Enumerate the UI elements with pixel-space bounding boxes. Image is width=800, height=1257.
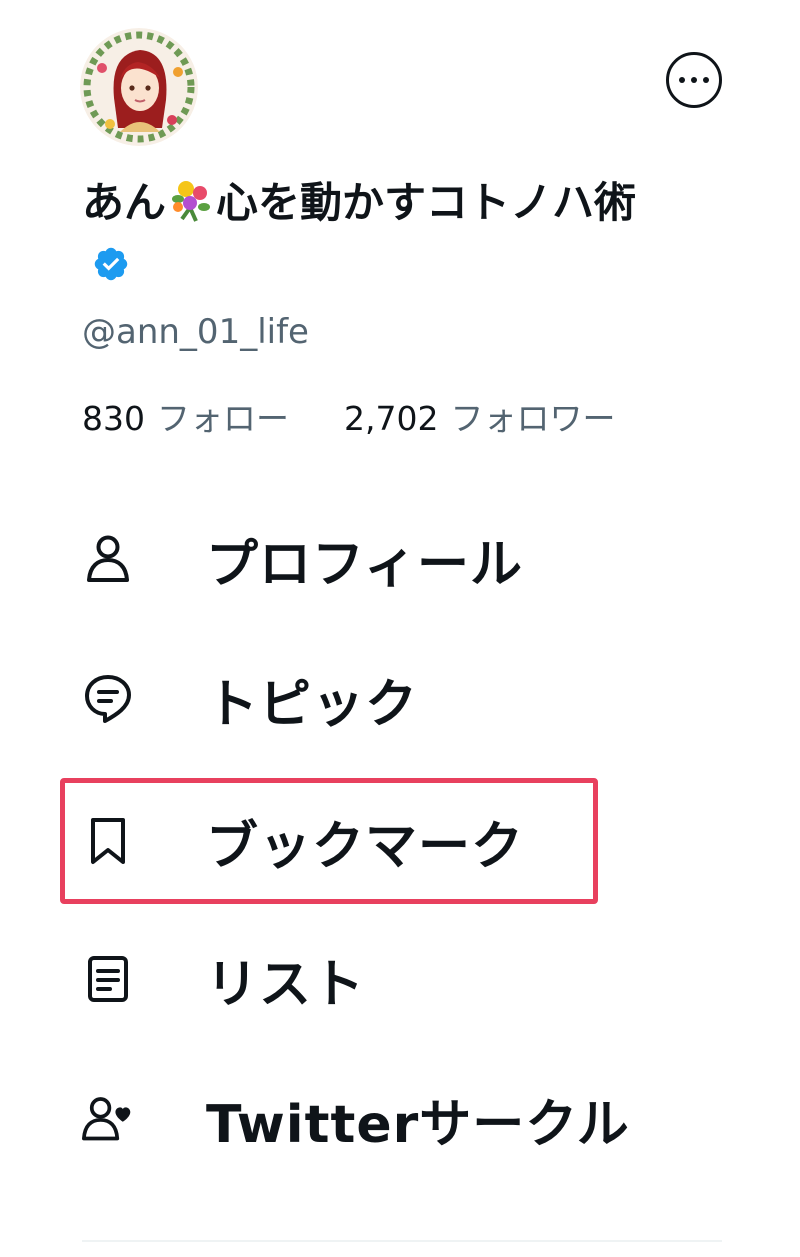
menu-item-label: プロフィール <box>206 534 523 595</box>
more-options-button[interactable] <box>666 52 722 108</box>
twitter-circle-icon <box>82 1093 134 1145</box>
topics-icon <box>82 673 134 725</box>
followers-link[interactable]: 2,702 フォロワー <box>334 399 616 438</box>
following-label: フォロー <box>157 399 289 438</box>
more-icon-dot <box>703 77 709 83</box>
following-link[interactable]: 830 フォロー <box>82 399 300 438</box>
menu-item-profile[interactable]: プロフィール <box>82 504 722 614</box>
more-icon-dot <box>679 77 685 83</box>
display-name: あん 心を動かすコトノハ術 <box>82 172 682 296</box>
menu-item-label: トピック <box>206 674 419 735</box>
more-icon-dot <box>691 77 697 83</box>
avatar[interactable] <box>80 28 198 146</box>
menu-item-bookmarks[interactable]: ブックマーク <box>82 786 722 896</box>
following-count: 830 <box>82 399 145 438</box>
display-name-part2: 心を動かすコトノハ術 <box>216 178 637 227</box>
user-handle: @ann_01_life <box>82 312 309 352</box>
menu-item-lists[interactable]: リスト <box>82 924 722 1034</box>
menu-item-topics[interactable]: トピック <box>82 644 722 754</box>
menu-item-label: ブックマーク <box>206 816 525 877</box>
person-icon <box>82 533 134 585</box>
list-icon <box>82 953 134 1005</box>
divider <box>82 1240 722 1242</box>
menu-item-label: Twitterサークル <box>206 1094 630 1155</box>
display-name-part1: あん <box>82 178 167 227</box>
bookmark-icon <box>82 815 134 867</box>
menu-item-label: リスト <box>206 954 366 1015</box>
bouquet-emoji-icon <box>168 177 214 223</box>
follow-stats: 830 フォロー 2,702 フォロワー <box>82 392 615 440</box>
menu-item-twitter-circle[interactable]: Twitterサークル <box>82 1064 722 1174</box>
verified-badge-icon <box>92 238 130 281</box>
followers-count: 2,702 <box>344 399 439 438</box>
followers-label: フォロワー <box>450 399 616 438</box>
